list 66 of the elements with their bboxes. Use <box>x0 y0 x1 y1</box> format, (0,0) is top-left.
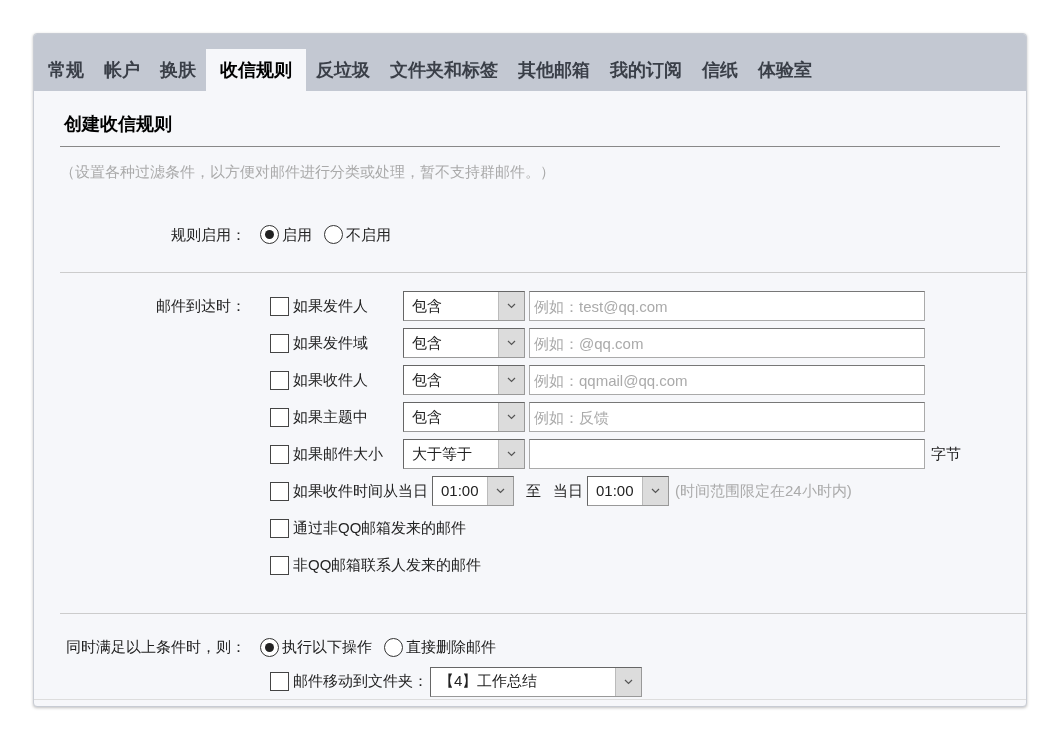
tab[interactable]: 文件夹和标签 <box>380 49 508 91</box>
input-field[interactable]: 例如：qqmail@qq.com <box>529 365 925 395</box>
unit-label: 字节 <box>931 443 961 464</box>
tab[interactable]: 体验室 <box>748 49 822 91</box>
radio-label[interactable]: 执行以下操作 <box>282 636 372 659</box>
caret-icon <box>651 488 660 494</box>
condition-label[interactable]: 如果收件时间从当日 <box>293 479 428 503</box>
checkbox[interactable] <box>270 672 289 691</box>
section-title: 创建收信规则 <box>63 113 173 136</box>
tab[interactable]: 反垃圾 <box>306 49 380 91</box>
operator-select[interactable]: 包含 <box>403 291 525 321</box>
input-field[interactable] <box>529 439 925 469</box>
condition-label[interactable]: 非QQ邮箱联系人发来的邮件 <box>293 553 482 577</box>
radio-button[interactable] <box>324 225 343 245</box>
caret-icon <box>496 488 505 494</box>
condition-label[interactable]: 如果收件人 <box>293 368 403 392</box>
checkbox[interactable] <box>270 555 289 575</box>
hint-text: (时间范围限定在24小时内) <box>675 480 852 501</box>
checkbox[interactable] <box>270 333 289 353</box>
checkbox[interactable] <box>270 444 289 464</box>
description-text: （设置各种过滤条件，以方便对邮件进行分类或处理，暂不支持群邮件。） <box>60 162 556 182</box>
caret-icon <box>507 340 516 346</box>
operator-select[interactable]: 包含 <box>403 365 525 395</box>
caret-icon <box>507 414 516 420</box>
tab[interactable]: 信纸 <box>692 49 748 91</box>
radio-button[interactable] <box>260 225 279 245</box>
tab[interactable]: 其他邮箱 <box>508 49 600 91</box>
move-label[interactable]: 邮件移动到文件夹： <box>293 670 428 693</box>
tab[interactable]: 我的订阅 <box>600 49 692 91</box>
operator-select[interactable]: 包含 <box>403 328 525 358</box>
checkbox[interactable] <box>270 296 289 316</box>
field-label: 同时满足以上条件时，则： <box>65 637 247 657</box>
condition-label[interactable]: 如果邮件大小 <box>293 442 403 466</box>
caret-icon <box>507 451 516 457</box>
field-label: 邮件到达时： <box>155 296 247 316</box>
input-field[interactable]: 例如：@qq.com <box>529 328 925 358</box>
input-field[interactable]: 例如：test@qq.com <box>529 291 925 321</box>
radio-label[interactable]: 启用 <box>282 223 312 246</box>
operator-select[interactable]: 大于等于 <box>403 439 525 469</box>
day-label: 当日 <box>553 480 583 501</box>
checkbox[interactable] <box>270 370 289 390</box>
condition-label[interactable]: 如果主题中 <box>293 405 403 429</box>
operator-select[interactable]: 包含 <box>403 402 525 432</box>
caret-icon <box>507 377 516 383</box>
range-label: 至 <box>526 480 541 501</box>
time-select[interactable]: 01:00 <box>587 476 669 506</box>
radio-button[interactable] <box>384 637 403 657</box>
checkbox[interactable] <box>270 481 289 501</box>
radio-button[interactable] <box>260 637 279 657</box>
tab[interactable]: 帐户 <box>94 49 150 91</box>
folder-select[interactable]: 【4】工作总结 <box>430 666 642 697</box>
checkbox[interactable] <box>270 518 289 538</box>
field-label: 规则启用： <box>170 224 247 245</box>
tab[interactable]: 收信规则 <box>206 49 306 91</box>
radio-label[interactable]: 不启用 <box>346 223 391 246</box>
caret-icon <box>624 678 633 685</box>
checkbox[interactable] <box>270 407 289 427</box>
radio-label[interactable]: 直接删除邮件 <box>406 636 496 659</box>
condition-label[interactable]: 通过非QQ邮箱发来的邮件 <box>293 516 467 540</box>
tab[interactable]: 换肤 <box>150 49 206 91</box>
input-field[interactable]: 例如：反馈 <box>529 402 925 432</box>
condition-label[interactable]: 如果发件人 <box>293 294 403 318</box>
condition-label[interactable]: 如果发件域 <box>293 331 403 355</box>
time-select[interactable]: 01:00 <box>432 476 514 506</box>
tab[interactable]: 常规 <box>38 49 94 91</box>
caret-icon <box>507 303 516 309</box>
